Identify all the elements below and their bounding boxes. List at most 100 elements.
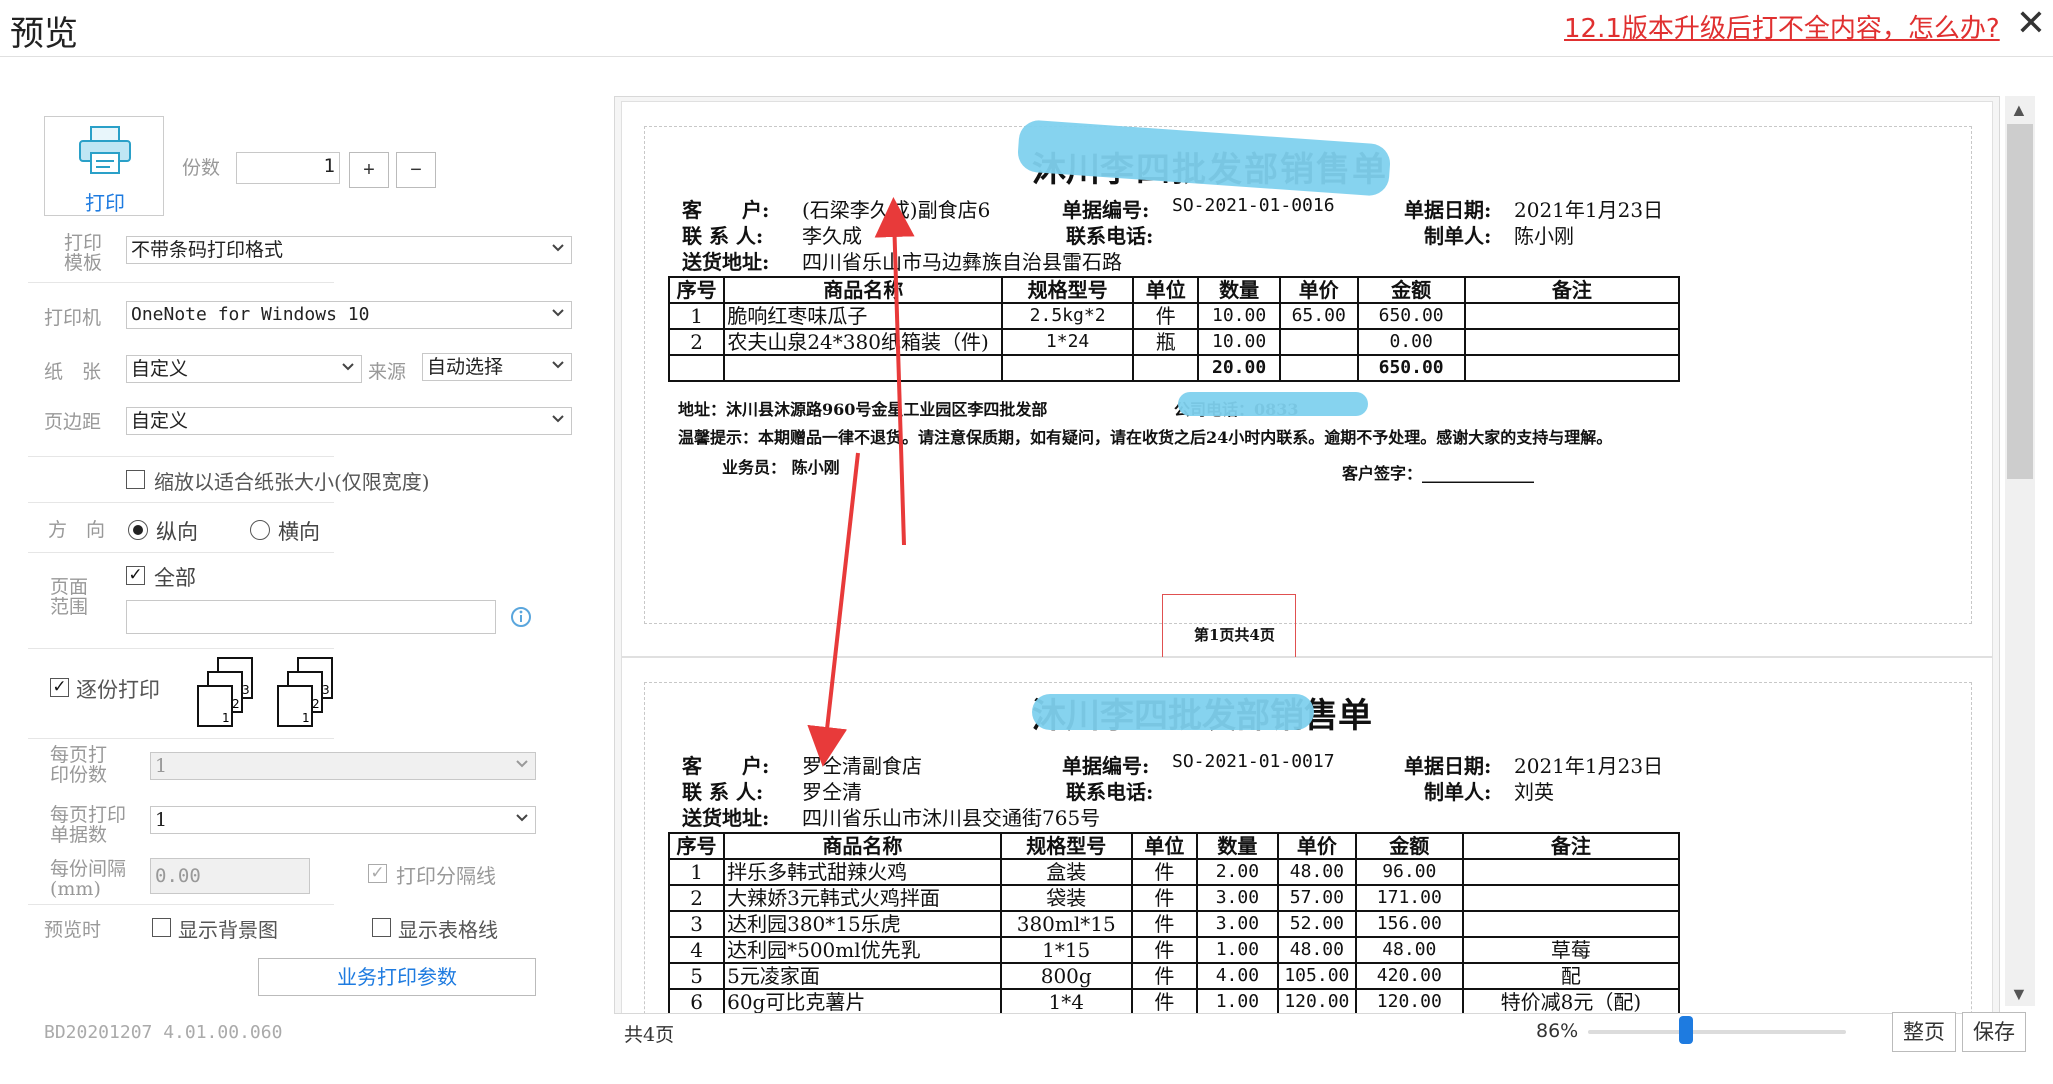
table-cell: 48.00 [1354,936,1464,964]
table-cell [1461,858,1681,886]
chevron-down-icon [516,814,528,822]
close-icon[interactable]: ✕ [2012,4,2050,44]
col-header: 单位 [1132,276,1200,304]
col-header: 金额 [1356,276,1466,304]
table-cell: 1*15 [999,936,1133,964]
table-cell: 件 [1130,910,1198,938]
table-cell: 袋装 [999,884,1133,912]
per-page-docs-value: 1 [155,809,168,831]
table-cell: 件 [1130,988,1198,1013]
print-divider-label: 打印分隔线 [396,864,496,888]
table-cell: 3.00 [1195,884,1279,912]
separator [28,456,334,457]
doc2-contact: 罗仝清 [802,780,862,804]
doc1-tip: 温馨提示：本期赠品一律不退货。请注意保质期，如有疑问，请在收货之后24小时内联系… [678,428,1613,447]
table-cell: 156.00 [1354,910,1464,938]
gap-input: 0.00 [150,858,310,894]
table-cell: 2 [667,328,726,356]
copies-input[interactable]: 1 [236,152,340,184]
print-divider-checkbox: ✓ [368,864,387,883]
copies-minus-button[interactable]: − [396,152,436,188]
doc1-address: 四川省乐山市马边彝族自治县雷石路 [802,250,1122,274]
scroll-down-icon[interactable]: ▼ [2010,984,2028,1005]
svg-text:1: 1 [302,711,310,725]
doc2-address: 四川省乐山市沐川县交通街765号 [802,806,1101,830]
print-button[interactable]: 打印 [44,116,164,216]
template-select[interactable]: 不带条码打印格式 [126,236,572,264]
doc2-contact-label: 联 系 人: [682,780,764,804]
range-all-checkbox[interactable]: ✓ [126,566,145,585]
scroll-up-icon[interactable]: ▲ [2010,100,2028,121]
svg-text:2: 2 [232,697,240,711]
page-number-label: 第1页共4页 [1194,626,1275,644]
doc1-maker-label: 制单人: [1424,224,1492,248]
per-page-docs-label-1: 每页打印 [50,804,127,826]
table-row: 2 农夫山泉24*380纸箱装（件) 1*24 瓶 10.00 0.00 [667,328,1681,356]
range-label-2: 范围 [50,596,89,618]
table-row: 2 大辣娇3元韩式火鸡拌面 袋装件 3.00 57.00 171.00 [667,884,1681,912]
upgrade-help-link[interactable]: 12.1版本升级后打不全内容，怎么办? [1564,8,2000,45]
fit-to-paper-checkbox[interactable] [126,470,145,489]
table-cell: 件 [1132,302,1200,330]
zoom-slider-track[interactable] [1588,1030,1846,1034]
table-cell: 105.00 [1276,962,1357,990]
show-grid-checkbox[interactable] [372,918,391,937]
page-range-input[interactable] [126,600,496,634]
doc1-no-label: 单据编号: [1062,198,1150,222]
portrait-radio[interactable] [128,520,148,540]
table-cell: 171.00 [1354,884,1464,912]
paper-select[interactable]: 自定义 [126,355,362,383]
portrait-label: 纵向 [156,520,198,544]
source-select-value: 自动选择 [427,356,504,378]
version-text: BD20201207 4.01.00.060 [44,1022,283,1043]
chevron-down-icon [552,361,564,369]
separator [28,648,334,649]
save-button[interactable]: 保存 [1962,1012,2026,1052]
landscape-radio[interactable] [250,520,270,540]
table-row: 5 5元凌家面 800g 件 4.00 105.00 420.00 配 [667,962,1681,990]
collate-label: 逐份打印 [76,678,160,702]
doc2-addr-label: 送货地址: [682,806,770,830]
chevron-down-icon [516,760,528,768]
table-cell: 3 [667,910,726,938]
table-cell: 6 [667,988,726,1013]
doc2-customer: 罗仝清副食店 [802,754,922,778]
doc2-items-table: 序号 商品名称 规格型号 单位 数量 单价 金额 备注 1 拌乐多韩式甜辣火鸡 盒装… [667,832,1681,1013]
margin-select-value: 自定义 [131,410,189,432]
doc2-maker: 刘英 [1514,780,1554,804]
table-cell: 420.00 [1354,962,1464,990]
source-select[interactable]: 自动选择 [422,353,572,381]
info-icon[interactable] [510,606,532,628]
table-cell: 5 [667,962,726,990]
svg-text:1: 1 [222,711,230,725]
table-cell: 120.00 [1354,988,1464,1013]
col-header: 单价 [1278,276,1359,304]
table-cell: 65.00 [1278,302,1359,330]
paper-label: 纸 张 [44,361,102,383]
biz-params-button[interactable]: 业务打印参数 [258,958,536,996]
range-label-1: 页面 [50,576,89,598]
zoom-slider-thumb[interactable] [1679,1016,1694,1044]
table-cell: 件 [1130,884,1198,912]
printer-icon [79,126,131,174]
total-amount: 650.00 [1356,354,1466,382]
show-bg-checkbox[interactable] [152,918,171,937]
table-cell [1461,884,1681,912]
doc1-signature: 客户签字：______________ [1342,464,1535,483]
table-cell: 1.00 [1195,936,1279,964]
copies-plus-button[interactable]: + [349,152,389,188]
fit-page-button[interactable]: 整页 [1892,1012,1956,1052]
print-preview-area[interactable]: 沐川李四批发部销售单 客 户: (石梁李久成)副食店6 单据编号: SO-202… [614,96,2000,1014]
per-page-docs-label-2: 单据数 [50,824,108,846]
doc2-phone-label: 联系电话: [1066,780,1154,804]
table-cell: 盒装 [999,858,1133,886]
margin-select[interactable]: 自定义 [126,407,572,435]
table-cell: 650.00 [1356,302,1466,330]
printer-select[interactable]: OneNote for Windows 10 [126,301,572,329]
collate-checkbox[interactable]: ✓ [50,678,69,697]
scrollbar-thumb[interactable] [2007,124,2033,479]
per-page-docs-select[interactable]: 1 [150,806,536,834]
per-page-copies-label-2: 印份数 [50,764,108,786]
gap-label-2: (mm) [50,878,101,900]
col-header: 金额 [1354,832,1464,860]
